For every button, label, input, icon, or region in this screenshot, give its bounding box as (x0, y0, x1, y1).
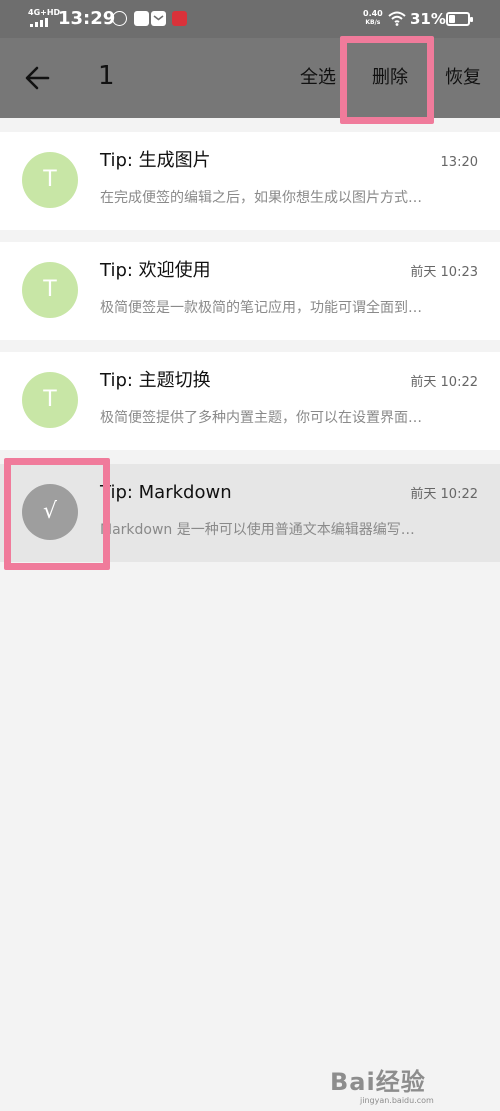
selection-action-bar: 1 全选 删除 恢复 (0, 38, 500, 118)
avatar: T (22, 372, 78, 428)
notification-sim-icon (134, 11, 149, 26)
wifi-icon (388, 10, 406, 26)
note-title: Tip: 欢迎使用 (100, 260, 211, 281)
net-speed-value: 0.40 (363, 9, 383, 18)
screen: 4G+HD 13:29 0.40 KB/s 31% 1 全选 删除 恢复 T T… (0, 0, 500, 1111)
selected-count: 1 (98, 61, 115, 91)
battery-percent: 31% (410, 10, 446, 28)
watermark-sub: jingyan.baidu.com (360, 1096, 434, 1105)
watermark-text: Bai经验 (330, 1068, 426, 1096)
battery-fill (449, 15, 455, 23)
list-item[interactable]: T Tip: 主题切换 前天 10:22 极简便签提供了多种内置主题，你可以在设… (0, 352, 500, 450)
restore-button[interactable]: 恢复 (445, 66, 481, 90)
note-title: Tip: Markdown (100, 482, 232, 503)
avatar: T (22, 152, 78, 208)
arrow-left-icon (25, 66, 50, 90)
note-title: Tip: 生成图片 (100, 150, 211, 171)
note-time: 前天 10:22 (410, 487, 478, 502)
network-type: 4G+HD (28, 8, 61, 17)
signal-icon (30, 18, 50, 27)
back-button[interactable] (18, 60, 58, 96)
note-preview: 极简便签提供了多种内置主题，你可以在设置界面… (100, 410, 422, 426)
battery-icon (446, 12, 473, 26)
delete-button[interactable]: 删除 (372, 66, 408, 90)
note-preview: 极简便签是一款极简的笔记应用，功能可谓全面到… (100, 300, 422, 316)
note-preview: Markdown 是一种可以使用普通文本编辑器编写… (100, 522, 415, 538)
note-title: Tip: 主题切换 (100, 370, 211, 391)
status-bar: 4G+HD 13:29 0.40 KB/s 31% (0, 0, 500, 38)
list-item[interactable]: T Tip: 生成图片 13:20 在完成便签的编辑之后，如果你想生成以图片方式… (0, 132, 500, 230)
list-item[interactable]: T Tip: 欢迎使用 前天 10:23 极简便签是一款极简的笔记应用，功能可谓… (0, 242, 500, 340)
note-time: 前天 10:22 (410, 375, 478, 390)
checkmark-icon[interactable]: √ (22, 484, 78, 540)
avatar: T (22, 262, 78, 318)
notification-mail-icon (151, 11, 166, 26)
note-time: 13:20 (440, 155, 478, 170)
notification-app-icon (112, 11, 127, 26)
status-time: 13:29 (58, 8, 116, 29)
baidu-watermark: Bai经验 jingyan.baidu.com (330, 1064, 495, 1108)
net-speed: 0.40 KB/s (363, 9, 383, 27)
select-all-button[interactable]: 全选 (300, 66, 336, 90)
net-speed-unit: KB/s (365, 19, 381, 26)
note-preview: 在完成便签的编辑之后，如果你想生成以图片方式… (100, 190, 422, 206)
notification-news-icon (172, 11, 187, 26)
note-time: 前天 10:23 (410, 265, 478, 280)
list-item-selected[interactable]: √ Tip: Markdown 前天 10:22 Markdown 是一种可以使… (0, 464, 500, 562)
